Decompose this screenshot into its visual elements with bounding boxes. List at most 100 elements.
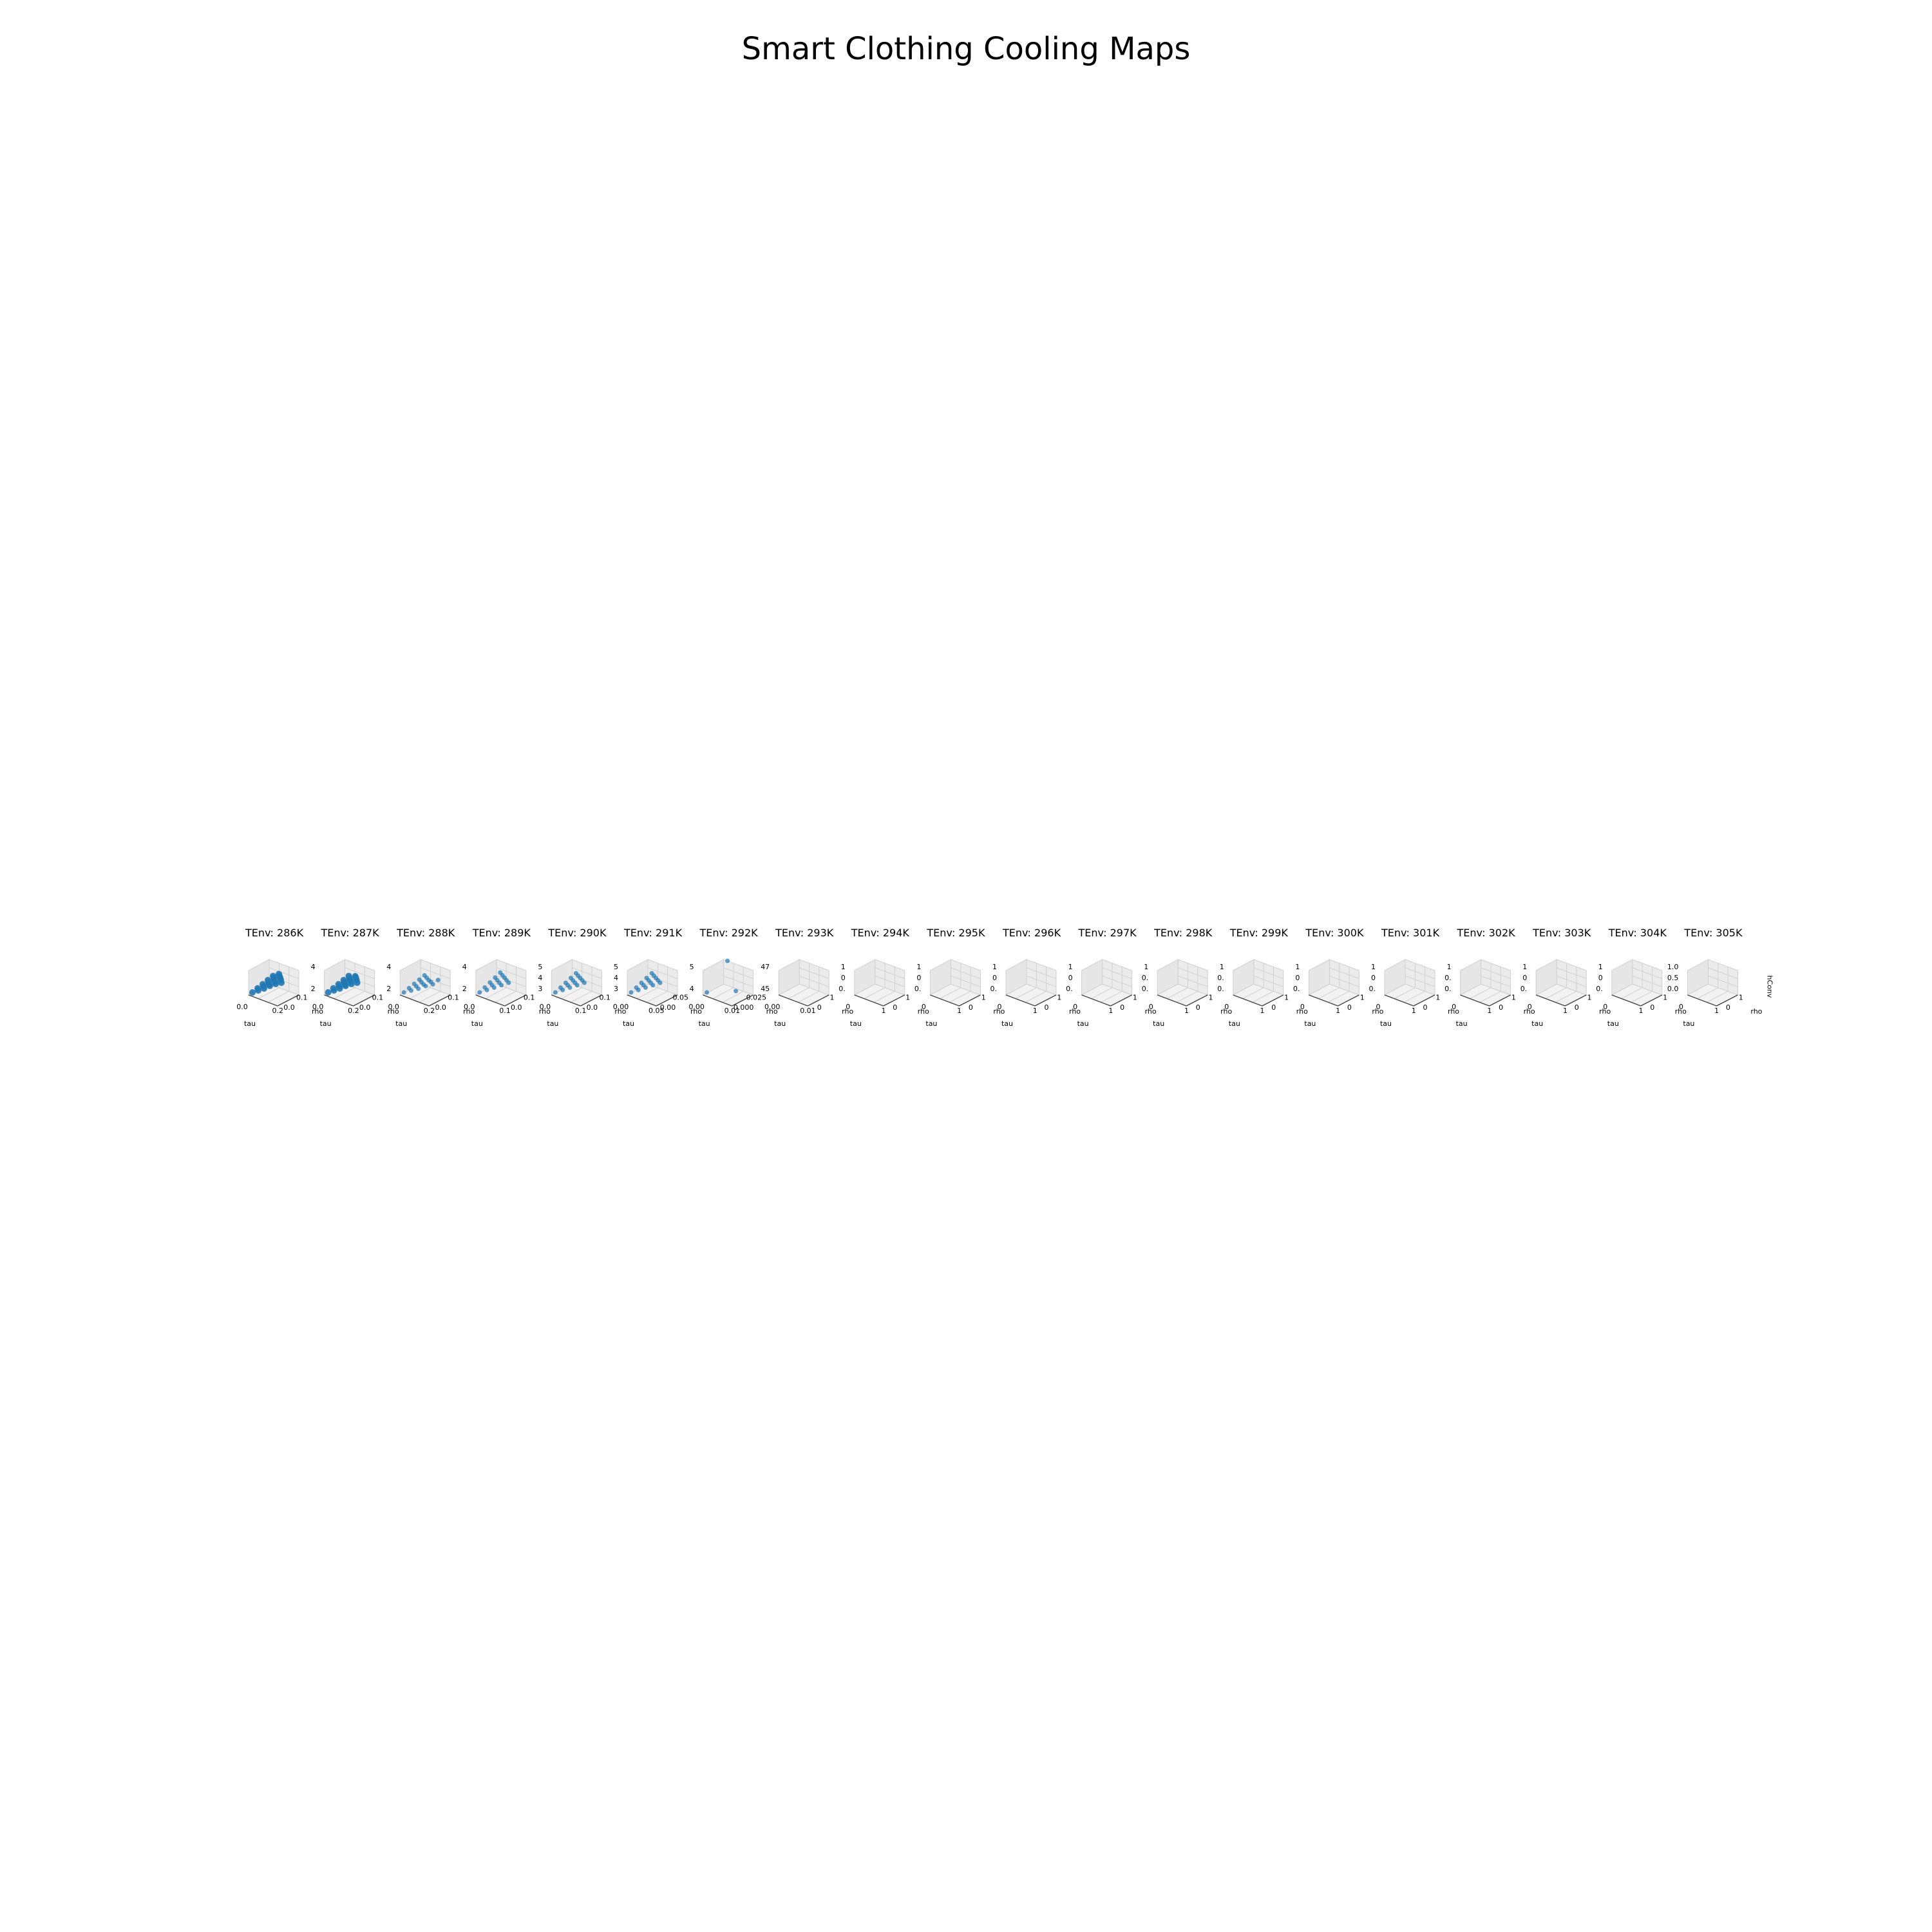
z-tick-label: 0 bbox=[992, 974, 997, 982]
z-tick-label: 45 bbox=[761, 985, 770, 993]
z-tick-label: 1 bbox=[1220, 963, 1224, 971]
x-tick-label: 1 bbox=[1033, 1007, 1037, 1015]
x-tick-label: 0 bbox=[1224, 1003, 1229, 1011]
data-point bbox=[412, 981, 417, 987]
panel-title: TEnv: 291K bbox=[623, 927, 683, 939]
z-tick-label: 0 bbox=[1522, 974, 1527, 982]
z-tick-label: 0. bbox=[838, 985, 846, 993]
data-point bbox=[401, 990, 406, 995]
z-tick-label: 4 bbox=[462, 963, 467, 971]
data-point bbox=[422, 973, 427, 978]
z-tick-label: 0. bbox=[1444, 985, 1452, 993]
y-tick-label: 1 bbox=[981, 994, 986, 1002]
z-tick-label: 4 bbox=[538, 974, 542, 982]
x-tick-label: 0.1 bbox=[499, 1007, 511, 1015]
x-axis-label: tau bbox=[1077, 1019, 1089, 1028]
data-point bbox=[270, 972, 276, 980]
x-tick-label: 0 bbox=[1679, 1003, 1683, 1011]
y-tick-label: 1 bbox=[1360, 994, 1365, 1002]
z-tick-label: 1 bbox=[992, 963, 997, 971]
y-tick-label: 0.0 bbox=[511, 1003, 522, 1012]
data-point bbox=[276, 971, 282, 978]
x-tick-label: 0 bbox=[922, 1003, 926, 1011]
x-axis-label: tau bbox=[1380, 1019, 1392, 1028]
z-tick-label: 1.0 bbox=[1667, 963, 1679, 971]
y-tick-label: 0 bbox=[969, 1003, 973, 1012]
data-point bbox=[644, 976, 649, 981]
x-axis-label: tau bbox=[1683, 1019, 1694, 1028]
panel-title: TEnv: 305K bbox=[1683, 927, 1743, 939]
panel-title: TEnv: 302K bbox=[1457, 927, 1516, 939]
x-tick-label: 0 bbox=[1300, 1003, 1305, 1011]
data-point bbox=[563, 980, 568, 985]
panel-title: TEnv: 304K bbox=[1608, 927, 1667, 939]
panel-title: TEnv: 293K bbox=[775, 927, 834, 939]
z-tick-label: 0 bbox=[1068, 974, 1073, 982]
z-tick-label: 0. bbox=[1444, 974, 1452, 982]
z-tick-label: 1 bbox=[841, 963, 846, 971]
z-tick-label: 1 bbox=[1522, 963, 1527, 971]
panel-title: TEnv: 287K bbox=[321, 927, 380, 939]
y-tick-label: 0 bbox=[1045, 1003, 1049, 1012]
y-axis-label: rho bbox=[1750, 1007, 1762, 1016]
z-tick-label: 1 bbox=[1295, 963, 1300, 971]
z-tick-label: 0. bbox=[1520, 985, 1528, 993]
panel-title: TEnv: 288K bbox=[396, 927, 455, 939]
x-tick-label: 1 bbox=[1714, 1007, 1719, 1015]
x-tick-label: 1 bbox=[1260, 1007, 1265, 1015]
x-axis-label: tau bbox=[1304, 1019, 1316, 1028]
x-tick-label: 0 bbox=[1073, 1003, 1077, 1011]
data-point bbox=[573, 971, 578, 976]
data-point bbox=[435, 978, 440, 983]
x-axis-label: tau bbox=[1229, 1019, 1240, 1028]
y-tick-label: 0.00 bbox=[660, 1003, 676, 1012]
y-tick-label: 0.1 bbox=[296, 994, 308, 1002]
x-tick-label: 1 bbox=[1487, 1007, 1492, 1015]
y-tick-label: 1 bbox=[1511, 994, 1516, 1002]
z-tick-label: 3 bbox=[538, 985, 542, 993]
data-point bbox=[634, 985, 639, 990]
x-tick-label: 0.0 bbox=[540, 1003, 551, 1011]
x-tick-label: 1 bbox=[1563, 1007, 1567, 1015]
data-point bbox=[498, 970, 503, 975]
z-tick-label: 2 bbox=[386, 985, 391, 993]
data-point bbox=[493, 975, 498, 980]
y-tick-label: 0 bbox=[893, 1003, 897, 1012]
y-tick-label: 0 bbox=[1196, 1003, 1200, 1012]
z-tick-label: 4 bbox=[386, 963, 391, 971]
x-tick-label: 1 bbox=[1336, 1007, 1340, 1015]
panel-1: TEnv: 287K0.0 0.2 0.00.124taurho bbox=[311, 927, 399, 1028]
z-tick-label: 1 bbox=[1371, 963, 1376, 971]
data-point bbox=[629, 990, 634, 995]
z-tick-label: 0 bbox=[1598, 974, 1603, 982]
y-tick-label: 0.0 bbox=[283, 1003, 295, 1012]
panel-title: TEnv: 292K bbox=[699, 927, 759, 939]
data-point bbox=[345, 972, 352, 980]
x-tick-label: 0.0 bbox=[312, 1003, 324, 1011]
z-tick-label: 0. bbox=[1293, 985, 1300, 993]
z-tick-label: 4 bbox=[311, 963, 316, 971]
z-axis-label: hConv bbox=[1765, 976, 1774, 998]
z-tick-label: 0. bbox=[1596, 985, 1603, 993]
y-tick-label: 1 bbox=[1284, 994, 1289, 1002]
y-tick-label: 0.025 bbox=[746, 994, 767, 1002]
panel-title: TEnv: 298K bbox=[1153, 927, 1213, 939]
y-tick-label: 0.05 bbox=[673, 994, 689, 1002]
panel-title: TEnv: 303K bbox=[1532, 927, 1591, 939]
z-tick-label: 47 bbox=[761, 963, 770, 971]
x-axis-label: tau bbox=[850, 1019, 862, 1028]
x-axis-label: tau bbox=[471, 1019, 483, 1028]
data-point bbox=[340, 976, 347, 983]
x-tick-label: 1 bbox=[1412, 1007, 1416, 1015]
x-tick-label: 0.2 bbox=[272, 1007, 284, 1015]
z-tick-label: 0. bbox=[1369, 985, 1376, 993]
y-tick-label: 0 bbox=[1650, 1003, 1654, 1012]
panel-title: TEnv: 286K bbox=[245, 927, 304, 939]
x-axis-label: tau bbox=[925, 1019, 937, 1028]
z-tick-label: 0. bbox=[914, 985, 922, 993]
z-tick-label: 5 bbox=[538, 963, 542, 971]
x-tick-label: 1 bbox=[1639, 1007, 1643, 1015]
z-tick-label: 0. bbox=[1142, 974, 1149, 982]
x-tick-label: 0 bbox=[1376, 1003, 1381, 1011]
y-tick-label: 1 bbox=[1209, 994, 1213, 1002]
